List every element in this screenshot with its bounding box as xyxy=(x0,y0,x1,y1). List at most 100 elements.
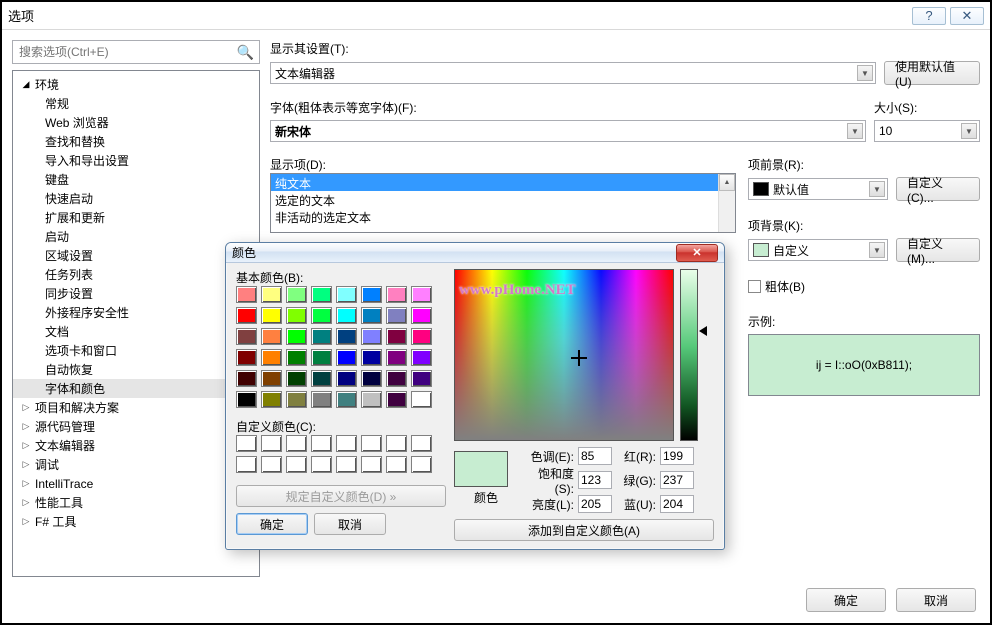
color-cell[interactable] xyxy=(386,435,407,452)
color-cell[interactable] xyxy=(311,435,332,452)
color-cell[interactable] xyxy=(286,391,307,408)
color-cell[interactable] xyxy=(336,435,357,452)
color-cell[interactable] xyxy=(286,349,307,366)
tree-item[interactable]: 查找和替换 xyxy=(13,132,259,151)
color-cell[interactable] xyxy=(336,391,357,408)
color-cell[interactable] xyxy=(261,435,282,452)
color-cell[interactable] xyxy=(361,328,382,345)
color-cell[interactable] xyxy=(261,456,282,473)
cancel-button[interactable]: 取消 xyxy=(896,588,976,612)
color-cell[interactable] xyxy=(261,286,282,303)
color-cell[interactable] xyxy=(411,370,432,387)
color-cell[interactable] xyxy=(311,370,332,387)
close-button[interactable]: ✕ xyxy=(950,7,984,25)
color-cell[interactable] xyxy=(261,391,282,408)
scrollbar[interactable]: ▲ xyxy=(718,174,735,232)
tree-item[interactable]: 文档 xyxy=(13,322,259,341)
nav-tree[interactable]: ◢环境 常规 Web 浏览器 查找和替换 导入和导出设置 键盘 快速启动 扩展和… xyxy=(12,70,260,577)
color-cell[interactable] xyxy=(361,349,382,366)
color-cell[interactable] xyxy=(286,307,307,324)
color-cell[interactable] xyxy=(411,328,432,345)
color-cell[interactable] xyxy=(336,349,357,366)
item-background-combo[interactable]: 自定义▼ xyxy=(748,239,888,261)
color-cell[interactable] xyxy=(361,286,382,303)
tree-item[interactable]: 键盘 xyxy=(13,170,259,189)
show-settings-combo[interactable]: 文本编辑器▼ xyxy=(270,62,876,84)
color-cell[interactable] xyxy=(411,391,432,408)
size-combo[interactable]: 10▼ xyxy=(874,120,980,142)
color-cell[interactable] xyxy=(386,286,407,303)
color-cell[interactable] xyxy=(386,391,407,408)
tree-node[interactable]: ▷F# 工具 xyxy=(13,512,259,531)
bold-checkbox[interactable]: 粗体(B) xyxy=(748,278,980,295)
tree-item-fonts-colors[interactable]: 字体和颜色 xyxy=(13,379,259,398)
color-cell[interactable] xyxy=(261,349,282,366)
color-cell[interactable] xyxy=(236,286,257,303)
lum-input[interactable] xyxy=(578,495,612,513)
tree-node[interactable]: ▷文本编辑器 xyxy=(13,436,259,455)
color-cell[interactable] xyxy=(411,349,432,366)
tree-item[interactable]: 自动恢复 xyxy=(13,360,259,379)
color-cell[interactable] xyxy=(386,307,407,324)
tree-item[interactable]: 区域设置 xyxy=(13,246,259,265)
slider-thumb-icon[interactable] xyxy=(699,326,707,336)
custom-fg-button[interactable]: 自定义(C)... xyxy=(896,177,980,201)
tree-node[interactable]: ▷项目和解决方案 xyxy=(13,398,259,417)
tree-node[interactable]: ▷调试 xyxy=(13,455,259,474)
tree-item[interactable]: 任务列表 xyxy=(13,265,259,284)
color-cell[interactable] xyxy=(236,456,257,473)
color-cell[interactable] xyxy=(361,456,382,473)
tree-item[interactable]: 快速启动 xyxy=(13,189,259,208)
color-cell[interactable] xyxy=(386,370,407,387)
tree-item[interactable]: Web 浏览器 xyxy=(13,113,259,132)
tree-node[interactable]: ▷IntelliTrace xyxy=(13,474,259,493)
color-cell[interactable] xyxy=(336,328,357,345)
color-cell[interactable] xyxy=(261,370,282,387)
custom-bg-button[interactable]: 自定义(M)... xyxy=(896,238,980,262)
ok-button[interactable]: 确定 xyxy=(806,588,886,612)
color-cell[interactable] xyxy=(311,328,332,345)
color-cell[interactable] xyxy=(311,286,332,303)
color-cell[interactable] xyxy=(361,370,382,387)
color-cell[interactable] xyxy=(411,286,432,303)
define-custom-button[interactable]: 规定自定义颜色(D) » xyxy=(236,485,446,507)
color-cell[interactable] xyxy=(236,328,257,345)
search-input[interactable] xyxy=(12,40,260,64)
color-cancel-button[interactable]: 取消 xyxy=(314,513,386,535)
crosshair-icon[interactable] xyxy=(573,352,585,364)
use-defaults-button[interactable]: 使用默认值(U) xyxy=(884,61,980,85)
sat-input[interactable] xyxy=(578,471,612,489)
color-gradient[interactable]: www.pHome.NET xyxy=(454,269,674,441)
tree-node[interactable]: ▷性能工具 xyxy=(13,493,259,512)
display-items-list[interactable]: 纯文本 选定的文本 非活动的选定文本 ▲ xyxy=(270,173,736,233)
blue-input[interactable] xyxy=(660,495,694,513)
item-foreground-combo[interactable]: 默认值▼ xyxy=(748,178,888,200)
color-cell[interactable] xyxy=(311,307,332,324)
green-input[interactable] xyxy=(660,471,694,489)
red-input[interactable] xyxy=(660,447,694,465)
list-item[interactable]: 非活动的选定文本 xyxy=(271,208,735,225)
basic-colors-grid[interactable] xyxy=(236,286,446,408)
color-cell[interactable] xyxy=(236,391,257,408)
tree-item[interactable]: 扩展和更新 xyxy=(13,208,259,227)
help-button[interactable]: ? xyxy=(912,7,946,25)
color-cell[interactable] xyxy=(236,349,257,366)
color-cell[interactable] xyxy=(336,456,357,473)
color-cell[interactable] xyxy=(236,370,257,387)
color-cell[interactable] xyxy=(361,435,382,452)
color-cell[interactable] xyxy=(261,328,282,345)
list-item[interactable]: 选定的文本 xyxy=(271,191,735,208)
color-cell[interactable] xyxy=(386,456,407,473)
tree-node[interactable]: ▷源代码管理 xyxy=(13,417,259,436)
color-cell[interactable] xyxy=(286,328,307,345)
color-ok-button[interactable]: 确定 xyxy=(236,513,308,535)
tree-node-env[interactable]: ◢环境 xyxy=(13,75,259,94)
color-cell[interactable] xyxy=(286,286,307,303)
color-dialog-titlebar[interactable]: 颜色 ✕ xyxy=(226,243,724,263)
tree-item[interactable]: 导入和导出设置 xyxy=(13,151,259,170)
tree-item[interactable]: 启动 xyxy=(13,227,259,246)
custom-colors-grid[interactable] xyxy=(236,435,446,473)
color-cell[interactable] xyxy=(361,307,382,324)
color-cell[interactable] xyxy=(411,307,432,324)
color-cell[interactable] xyxy=(411,435,432,452)
